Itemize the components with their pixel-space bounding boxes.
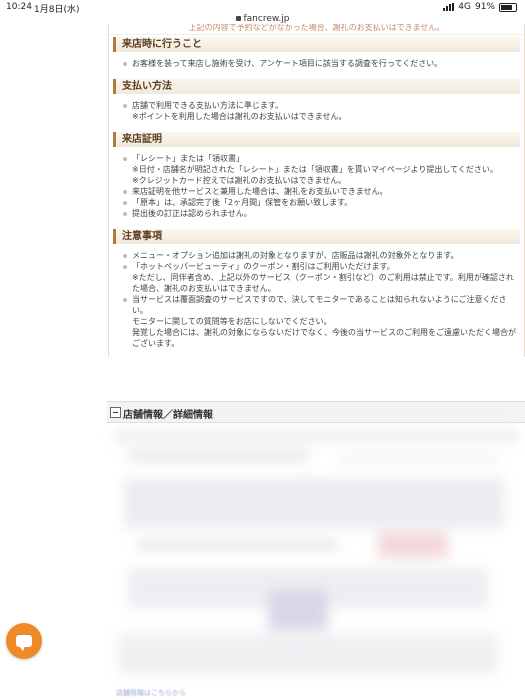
section-heading: 注意事項 — [113, 229, 520, 244]
chat-icon — [16, 635, 32, 651]
note-text: ※日付・店舗名が明記された「レシート」または「領収書」を貰いマイページより提出し… — [132, 165, 498, 174]
section-body: 店舗で利用できる支払い方法に準じます。 ※ポイントを利用した場合は謝礼のお支払いは… — [109, 94, 524, 130]
bullet-item: 来店証明を他サービスと兼用した場合は、謝礼をお支払いできません。 — [123, 186, 518, 197]
network-label: 4G — [458, 2, 471, 12]
store-info-title: 店舗情報／詳細情報 — [123, 410, 213, 421]
bullet-item: お客様を装って来店し施術を受け、アンケート項目に該当する調査を行ってください。 — [123, 58, 518, 69]
bullet-item: 当サービスは覆面調査のサービスですので、決してモニターであることは知られないよう… — [123, 294, 518, 316]
lock-icon — [235, 16, 241, 21]
note-text: ※クレジットカード控えでは謝礼のお支払いはできません。 — [132, 176, 347, 185]
section-body: 「レシート」または「領収書」 ※日付・店舗名が明記された「レシート」または「領収書… — [109, 147, 524, 227]
conditions-card: 上記の内容で予約などがなかった場合、謝礼のお支払いはできません。 来店時に行うこ… — [108, 24, 525, 357]
url-host: fancrew.jp — [243, 14, 290, 24]
status-right: 4G 91% — [443, 2, 517, 12]
note-text: ※ポイントを利用した場合は謝礼のお支払いはできません。 — [132, 112, 347, 121]
bullet-item: メニュー・オプション追加は謝礼の対象となりますが、店販品は謝礼の対象外となります… — [123, 250, 518, 261]
status-time: 10:24 — [6, 2, 32, 12]
bullet-item: 提出後の訂正は認められません。 — [123, 208, 518, 219]
battery-percent: 91% — [474, 2, 495, 12]
sections-list: 来店時に行うことお客様を装って来店し施術を受け、アンケート項目に該当する調査を行… — [109, 37, 524, 357]
status-bar: 10:24 1月8日(水) 4G 91% — [0, 0, 525, 15]
section-body: メニュー・オプション追加は謝礼の対象となりますが、店販品は謝礼の対象外となります… — [109, 244, 524, 357]
store-info-header[interactable]: 店舗情報／詳細情報 — [107, 401, 525, 423]
bullet-item: 「原本」は、承認完了後「2ヶ月間」保管をお願い致します。 — [123, 197, 518, 208]
bullet-item: 「ホットペッパービューティ」のクーポン・割引はご利用いただけます。 — [123, 261, 518, 272]
store-info-link[interactable]: 店舗情報はこちらから — [116, 688, 186, 698]
collapse-icon[interactable] — [110, 407, 121, 418]
section-heading: 来店証明 — [113, 132, 520, 147]
battery-icon — [499, 2, 517, 12]
page-content: 上記の内容で予約などがなかった場合、謝礼のお支払いはできません。 来店時に行うこ… — [108, 24, 525, 357]
bullet-item: 店舗で利用できる支払い方法に準じます。 — [123, 100, 518, 111]
chat-button[interactable] — [6, 623, 42, 659]
section-heading: 支払い方法 — [113, 79, 520, 94]
note-text: 発覚した場合には、謝礼の対象にならないだけでなく、今後の当サービスのご利用をご遠… — [132, 328, 516, 348]
section-body: お客様を装って来店し施術を受け、アンケート項目に該当する調査を行ってください。 — [109, 52, 524, 77]
bullet-item: 「レシート」または「領収書」 — [123, 153, 518, 164]
signal-icon — [443, 3, 455, 11]
partial-note: 上記の内容で予約などがなかった場合、謝礼のお支払いはできません。 — [109, 24, 524, 35]
section-heading: 来店時に行うこと — [113, 37, 520, 52]
blurred-store-info — [108, 422, 525, 700]
note-text: モニターに関しての質問等をお店にしないでください。 — [132, 317, 332, 326]
note-text: ※ただし、同伴者含め、上記以外のサービス（クーポン・割引など）のご利用は禁止です… — [132, 273, 514, 293]
